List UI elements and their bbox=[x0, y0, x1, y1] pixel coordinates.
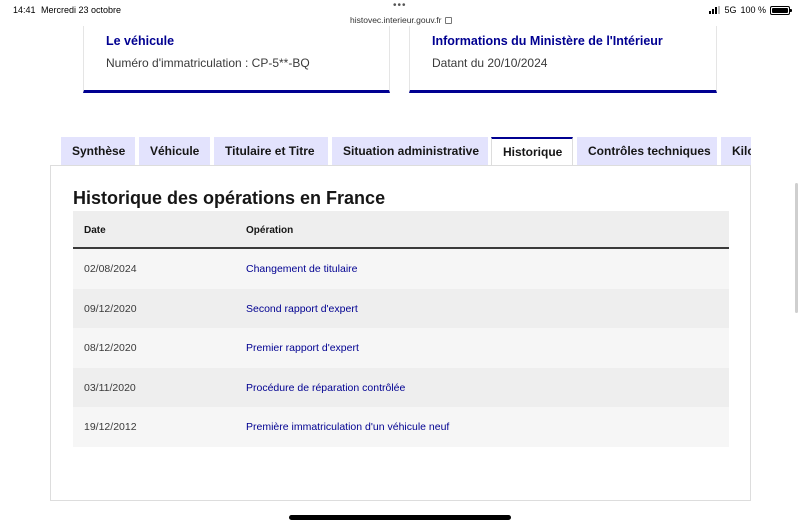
column-date: Date bbox=[84, 225, 106, 236]
tab-list: Synthèse Véhicule Titulaire et Titre Sit… bbox=[61, 137, 751, 165]
url-text: histovec.interieur.gouv.fr bbox=[350, 15, 442, 25]
status-bar: 14:41 Mercredi 23 octobre ••• histovec.i… bbox=[0, 0, 800, 26]
battery-label: 100 % bbox=[740, 5, 766, 15]
row-operation-link[interactable]: Procédure de réparation contrôlée bbox=[246, 382, 405, 394]
row-date: 09/12/2020 bbox=[84, 302, 137, 315]
table-body: 02/08/2024 Changement de titulaire 09/12… bbox=[73, 249, 729, 447]
row-date: 19/12/2012 bbox=[84, 421, 137, 433]
tab-vehicule[interactable]: Véhicule bbox=[139, 137, 210, 165]
table-header: Date Opération bbox=[73, 211, 729, 249]
table-row: 09/12/2020 Second rapport d'expert bbox=[73, 288, 729, 328]
ministry-card: Informations du Ministère de l'Intérieur… bbox=[409, 26, 717, 93]
panel-title: Historique des opérations en France bbox=[73, 188, 386, 208]
signal-icon bbox=[709, 6, 721, 14]
registration-number: Numéro d'immatriculation : CP-5**-BQ bbox=[106, 56, 310, 70]
ministry-card-title: Informations du Ministère de l'Intérieur bbox=[432, 34, 663, 48]
status-right: 5G 100 % bbox=[709, 5, 792, 15]
vehicle-card: Le véhicule Numéro d'immatriculation : C… bbox=[83, 26, 390, 93]
column-operation: Opération bbox=[246, 225, 294, 236]
vehicle-card-title: Le véhicule bbox=[106, 34, 175, 48]
historique-panel: Historique des opérations en France Date… bbox=[50, 165, 751, 501]
home-indicator[interactable] bbox=[289, 515, 511, 520]
more-dots-icon[interactable]: ••• bbox=[393, 0, 407, 11]
tab-situation[interactable]: Situation administrative bbox=[332, 137, 488, 165]
tab-controles[interactable]: Contrôles techniques bbox=[577, 137, 717, 165]
lock-icon bbox=[444, 17, 452, 24]
status-date: Mercredi 23 octobre bbox=[41, 5, 122, 15]
table-row: 19/12/2012 Première immatriculation d'un… bbox=[73, 407, 729, 447]
row-operation-link[interactable]: Premier rapport d'expert bbox=[246, 342, 359, 354]
row-operation-link[interactable]: Second rapport d'expert bbox=[246, 303, 358, 315]
history-table: Date Opération 02/08/2024 Changement de … bbox=[73, 211, 729, 447]
row-operation-link[interactable]: Première immatriculation d'un véhicule n… bbox=[246, 421, 449, 433]
address-bar[interactable]: histovec.interieur.gouv.fr bbox=[350, 15, 452, 25]
row-date: 08/12/2020 bbox=[84, 342, 137, 354]
tab-titulaire[interactable]: Titulaire et Titre bbox=[214, 137, 328, 165]
tab-synthese[interactable]: Synthèse bbox=[61, 137, 135, 165]
row-date: 02/08/2024 bbox=[84, 263, 137, 275]
status-time: 14:41 bbox=[13, 5, 36, 15]
battery-icon bbox=[770, 5, 792, 15]
page-scrollbar[interactable] bbox=[795, 183, 798, 313]
table-row: 02/08/2024 Changement de titulaire bbox=[73, 249, 729, 289]
tab-historique[interactable]: Historique bbox=[491, 137, 573, 165]
tab-kilometrage[interactable]: Kilométrage bbox=[721, 137, 751, 165]
row-operation-link[interactable]: Changement de titulaire bbox=[246, 263, 358, 275]
row-date: 03/11/2020 bbox=[84, 381, 136, 394]
network-label: 5G bbox=[724, 5, 737, 15]
ministry-date: Datant du 20/10/2024 bbox=[432, 56, 548, 70]
table-row: 08/12/2020 Premier rapport d'expert bbox=[73, 328, 729, 368]
table-row: 03/11/2020 Procédure de réparation contr… bbox=[73, 367, 729, 407]
